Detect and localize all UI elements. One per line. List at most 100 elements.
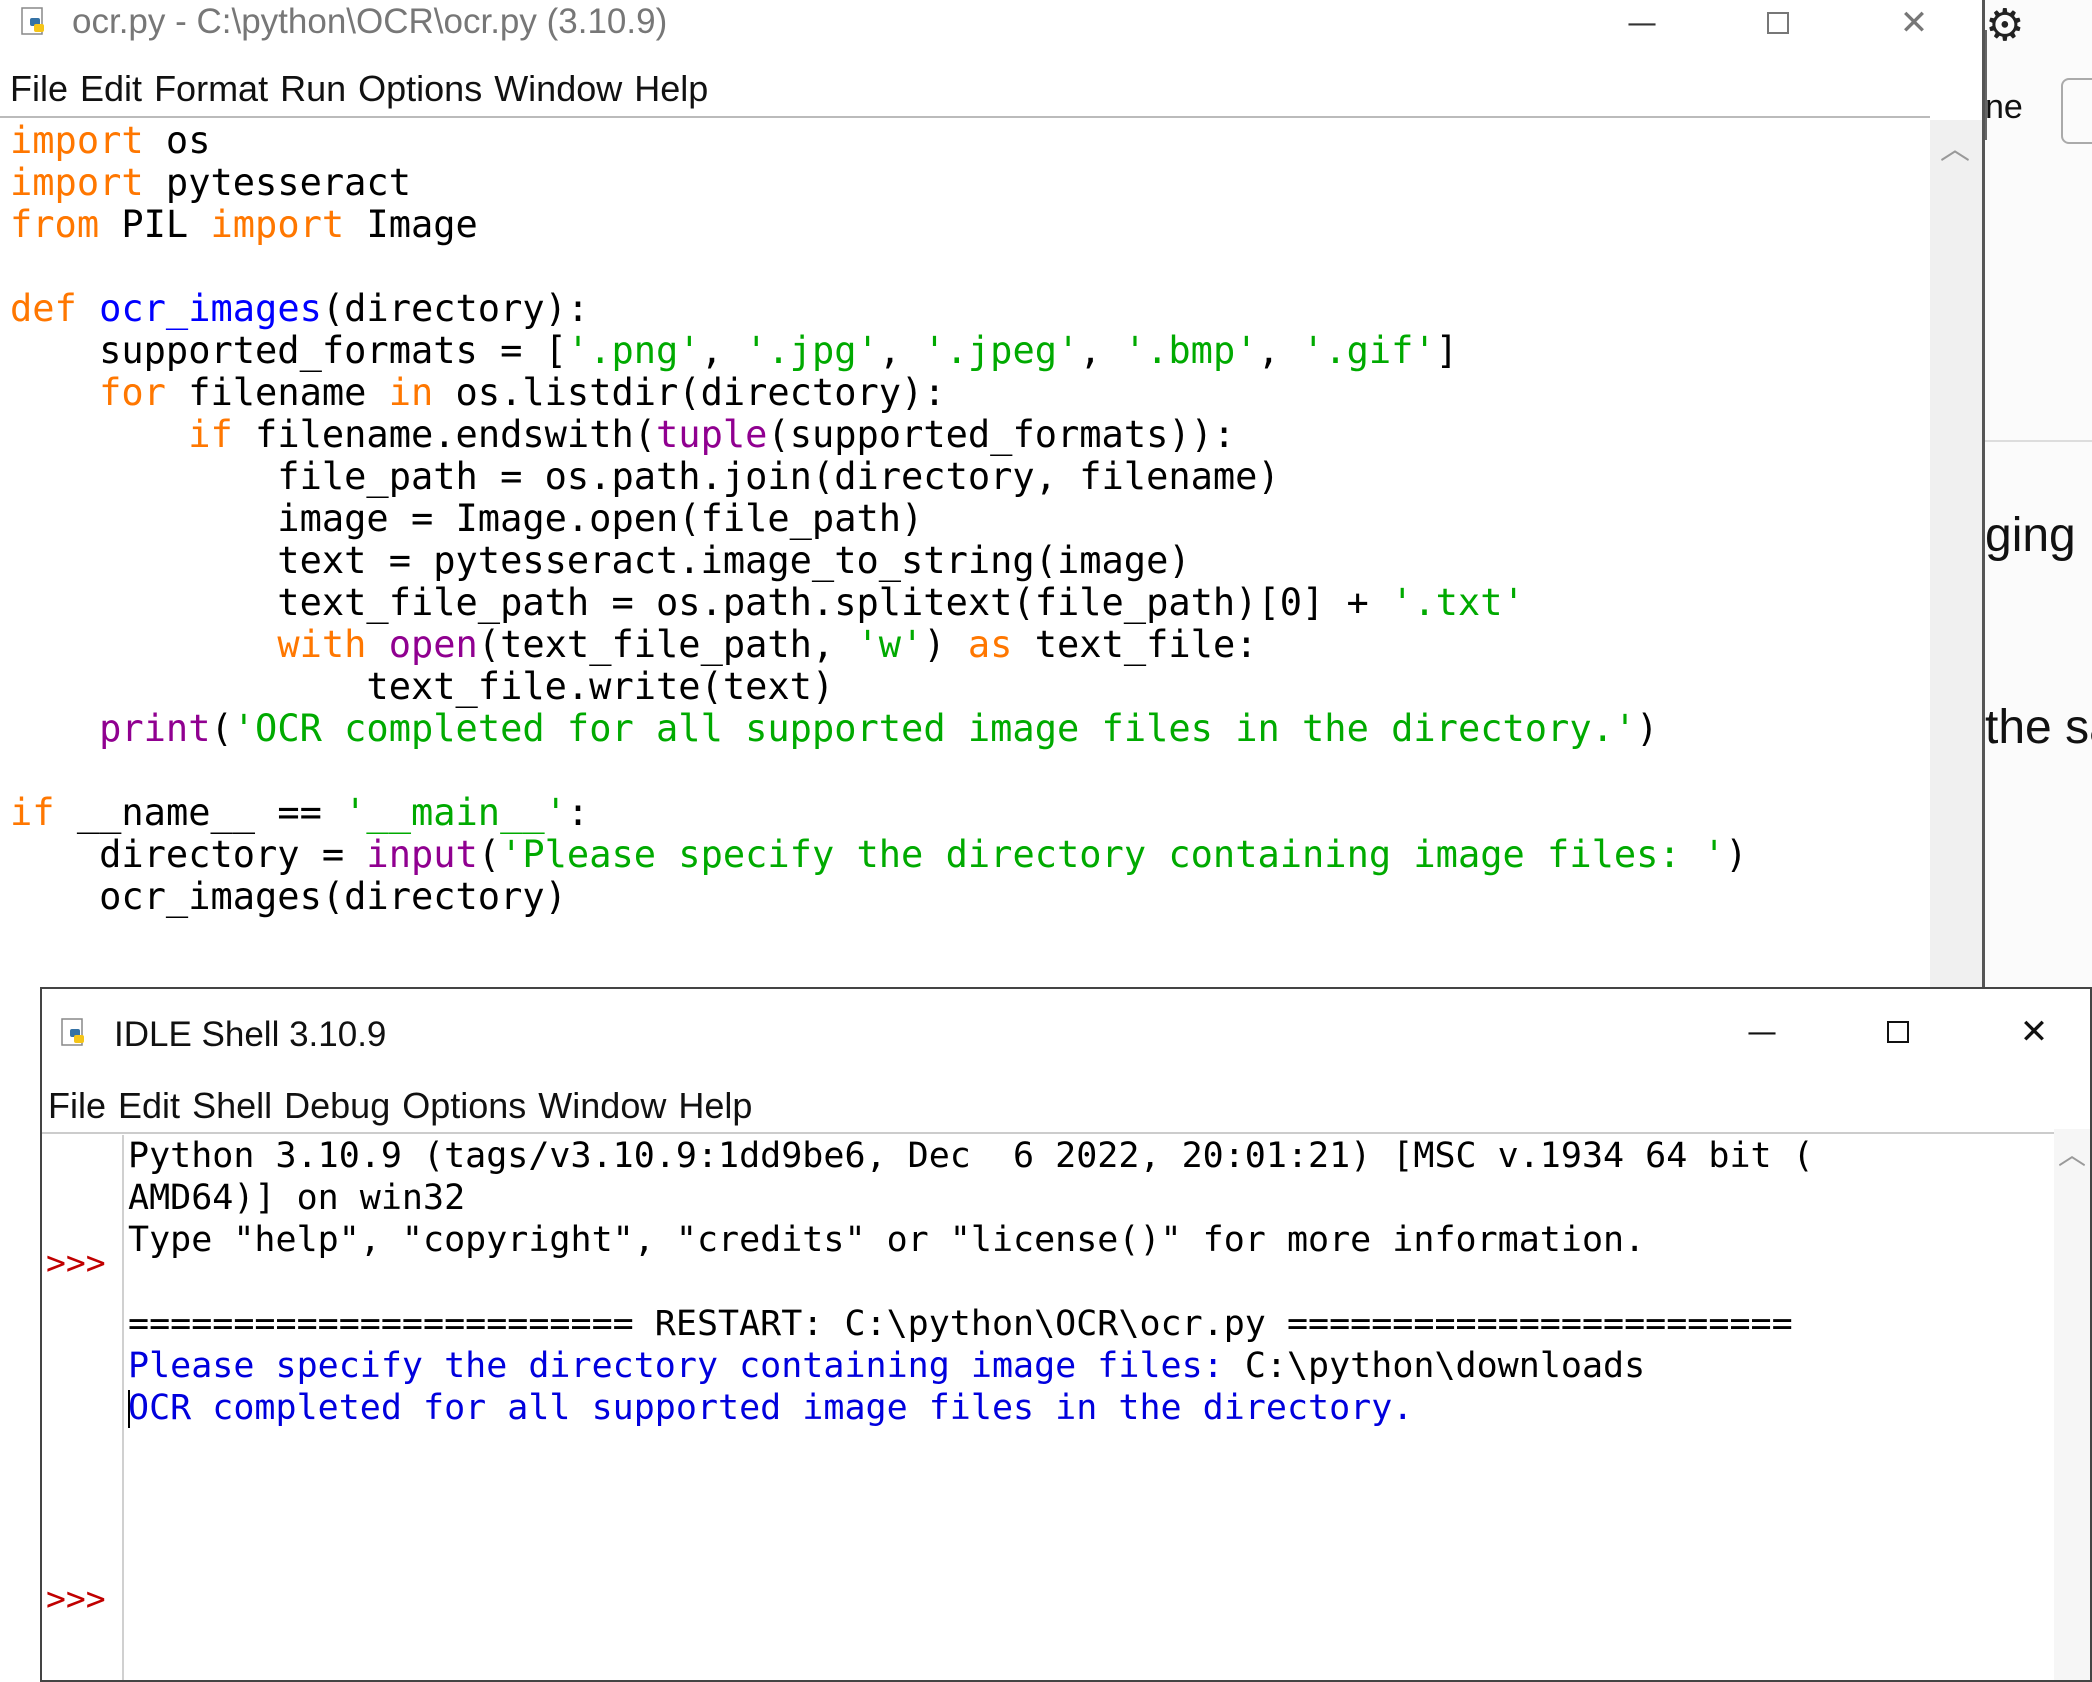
code-token: print [99, 707, 211, 750]
code-token: ( [477, 833, 501, 876]
code-token: '__main__' [344, 791, 567, 834]
code-token: from [10, 203, 100, 246]
code-token: '.jpg' [745, 329, 879, 372]
code-token: ocr_images(directory) [10, 875, 567, 918]
code-line: if __name__ == '__main__': [10, 791, 589, 834]
code-token: image = Image.open(file_path) [10, 497, 924, 540]
code-token: directory = [10, 833, 367, 876]
shell-prompt-1: >>> [46, 1243, 106, 1282]
minimize-icon[interactable]: — [1602, 0, 1682, 46]
code-token: ) [1725, 833, 1748, 876]
shell-menu-help[interactable]: Help [672, 1085, 758, 1127]
code-line: import os [10, 119, 210, 162]
code-token: , [1079, 329, 1124, 372]
code-token: os [143, 119, 211, 162]
code-line: print('OCR completed for all supported i… [10, 707, 1658, 750]
code-line: text_file_path = os.path.splitext(file_p… [10, 581, 1524, 624]
code-line: text = pytesseract.image_to_string(image… [10, 539, 1191, 582]
python-file-icon [21, 7, 44, 35]
menu-run[interactable]: Run [274, 68, 352, 110]
scroll-up-icon[interactable]: ︿ [1940, 124, 1970, 168]
code-line: directory = input('Please specify the di… [10, 833, 1748, 876]
code-line: image = Image.open(file_path) [10, 497, 923, 540]
code-token: ( [210, 707, 233, 750]
code-token: tuple [656, 413, 768, 456]
shell-output-line: OCR completed for all supported image fi… [128, 1388, 1414, 1428]
code-token: import [10, 119, 144, 162]
editor-title: ocr.py - C:\python\OCR\ocr.py (3.10.9) [72, 2, 668, 41]
editor-titlebar[interactable]: ocr.py - C:\python\OCR\ocr.py (3.10.9) —… [0, 0, 1982, 46]
code-token: input [366, 833, 478, 876]
code-token: Image [344, 203, 478, 246]
code-token: (directory): [321, 287, 590, 330]
code-line: supported_formats = ['.png', '.jpg', '.j… [10, 329, 1458, 372]
menu-edit[interactable]: Edit [74, 68, 148, 110]
shell-menu-shell[interactable]: Shell [186, 1085, 278, 1127]
menu-file[interactable]: File [4, 68, 74, 110]
shell-close-icon[interactable]: ✕ [1994, 1009, 2074, 1055]
editor-window: ocr.py - C:\python\OCR\ocr.py (3.10.9) —… [0, 0, 1985, 990]
shell-menu-edit[interactable]: Edit [112, 1085, 186, 1127]
background-tab[interactable] [2061, 78, 2092, 144]
background-text-fragment-2: the sa [1985, 701, 2092, 754]
code-token: text_file: [1012, 623, 1258, 666]
code-token: text_file_path = os.path.splitext(file_p… [10, 581, 1392, 624]
shell-menu-window[interactable]: Window [532, 1085, 672, 1127]
code-token: filename.endswith( [232, 413, 657, 456]
shell-menu-file[interactable]: File [42, 1085, 112, 1127]
code-token: 'w' [856, 623, 924, 666]
code-token: open [388, 623, 478, 666]
code-token: import [10, 161, 144, 204]
code-token: '.bmp' [1123, 329, 1258, 372]
menu-window[interactable]: Window [488, 68, 628, 110]
shell-restart-line: ======================== RESTART: C:\pyt… [128, 1304, 1793, 1344]
code-token: if [10, 791, 55, 834]
shell-titlebar[interactable]: IDLE Shell 3.10.9 — ✕ [42, 1003, 2090, 1063]
shell-menu-options[interactable]: Options [396, 1085, 532, 1127]
code-line: with open(text_file_path, 'w') as text_f… [10, 623, 1258, 666]
code-token: os.listdir(directory): [433, 371, 946, 414]
shell-title: IDLE Shell 3.10.9 [114, 1015, 387, 1054]
menu-options[interactable]: Options [352, 68, 488, 110]
menu-help[interactable]: Help [628, 68, 714, 110]
editor-code-area[interactable]: import os import pytesseract from PIL im… [10, 120, 1748, 918]
code-token: '.gif' [1302, 329, 1436, 372]
code-token: __name__ == [54, 791, 345, 834]
shell-scrollbar[interactable]: ︿ [2054, 1129, 2090, 1680]
code-token: (supported_formats)): [767, 413, 1236, 456]
python-shell-icon [61, 1018, 84, 1046]
code-token: ] [1435, 329, 1458, 372]
shell-maximize-icon[interactable] [1858, 1009, 1938, 1055]
shell-scroll-up-icon[interactable]: ︿ [2058, 1133, 2086, 1173]
close-icon[interactable]: ✕ [1874, 0, 1954, 46]
code-token: PIL [99, 203, 211, 246]
code-line: def ocr_images(directory): [10, 287, 589, 330]
editor-scrollbar[interactable]: ︿ [1930, 120, 1982, 990]
code-token: : [566, 791, 590, 834]
background-text-fragment-1: ging [1985, 509, 2076, 562]
code-line: ocr_images(directory) [10, 875, 567, 918]
code-token: filename [165, 371, 389, 414]
code-token: , [1257, 329, 1303, 372]
code-line: if filename.endswith(tuple(supported_for… [10, 413, 1235, 456]
background-gear-icon[interactable]: ⚙ [1985, 0, 2024, 51]
shell-input-value: C:\python\downloads [1244, 1346, 1646, 1386]
code-token: ocr_images [99, 287, 322, 330]
shell-window: IDLE Shell 3.10.9 — ✕ File Edit Shell De… [40, 987, 2092, 1682]
code-token: def [10, 287, 77, 330]
menu-format[interactable]: Format [148, 68, 274, 110]
code-token: import [210, 203, 345, 246]
code-token: file_path = os.path.join(directory, file… [10, 455, 1280, 498]
code-line: text_file.write(text) [10, 665, 834, 708]
maximize-icon[interactable] [1738, 0, 1818, 46]
code-token: text = pytesseract.image_to_string(image… [10, 539, 1191, 582]
code-token: , [878, 329, 924, 372]
shell-output-area[interactable]: Python 3.10.9 (tags/v3.10.9:1dd9be6, Dec… [128, 1135, 1814, 1429]
shell-menu-debug[interactable]: Debug [278, 1085, 396, 1127]
code-token: '.png' [566, 329, 701, 372]
shell-minimize-icon[interactable]: — [1722, 1009, 1802, 1055]
